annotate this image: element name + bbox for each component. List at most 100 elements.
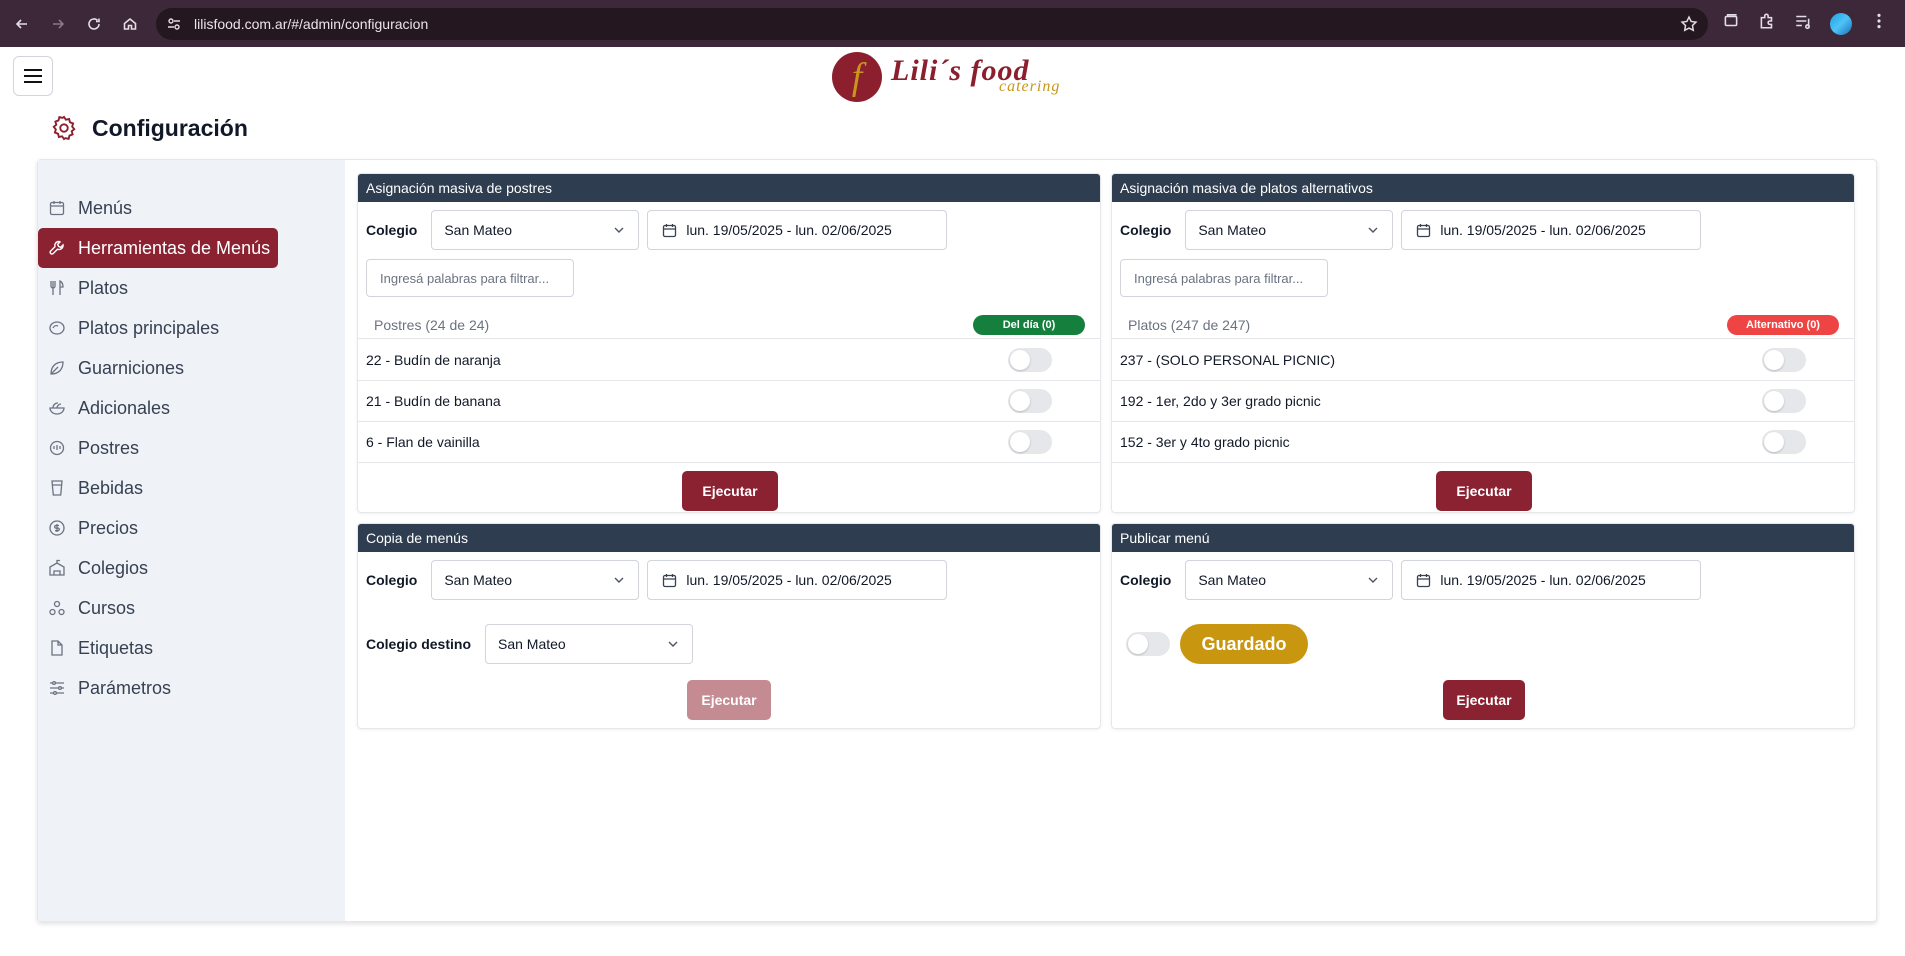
ejecutar-button[interactable]: Ejecutar (1443, 680, 1525, 720)
list-item-label: 192 - 1er, 2do y 3er grado picnic (1120, 393, 1321, 409)
date-range-picker[interactable]: lun. 19/05/2025 - lun. 02/06/2025 (1401, 210, 1702, 250)
calendar-icon (49, 201, 65, 216)
sidebar-item-parametros[interactable]: Parámetros (38, 668, 345, 708)
date-range-value: lun. 19/05/2025 - lun. 02/06/2025 (686, 222, 892, 238)
date-range-picker[interactable]: lun. 19/05/2025 - lun. 02/06/2025 (647, 210, 948, 250)
sidebar-item-label: Platos principales (78, 317, 220, 338)
sidebar-item-herramientas[interactable]: Herramientas de Menús (38, 228, 278, 268)
page-title: Configuración (92, 114, 248, 141)
back-icon[interactable] (8, 10, 36, 38)
wrench-icon (49, 240, 64, 255)
sidebar-item-label: Parámetros (78, 677, 172, 698)
school-icon (49, 559, 65, 576)
list-item-label: 237 - (SOLO PERSONAL PICNIC) (1120, 352, 1335, 368)
sidebar-item-label: Etiquetas (78, 637, 154, 658)
list-item: 237 - (SOLO PERSONAL PICNIC) (1112, 340, 1854, 381)
bookmark-star-icon[interactable] (1680, 14, 1698, 33)
colegio-select-value: San Mateo (1198, 572, 1267, 588)
site-info-icon[interactable] (166, 15, 184, 33)
hamburger-menu-button[interactable] (13, 56, 53, 96)
card-publicar-menu: Publicar menú Colegio San Mateo lun. 19/… (1111, 523, 1855, 729)
sidebar-item-cursos[interactable]: Cursos (38, 588, 345, 628)
sidebar-item-etiquetas[interactable]: Etiquetas (38, 628, 345, 668)
colegio-destino-label: Colegio destino (366, 636, 471, 652)
del-dia-badge[interactable]: Del día (0) (973, 314, 1085, 335)
forward-icon[interactable] (44, 10, 72, 38)
sidebar-item-colegios[interactable]: Colegios (38, 548, 345, 588)
utensils-icon (50, 279, 64, 295)
date-range-picker[interactable]: lun. 19/05/2025 - lun. 02/06/2025 (1401, 560, 1702, 600)
date-range-picker[interactable]: lun. 19/05/2025 - lun. 02/06/2025 (647, 560, 948, 600)
sidebar-item-postres[interactable]: Postres (38, 428, 345, 468)
list-item: 192 - 1er, 2do y 3er grado picnic (1112, 381, 1854, 422)
chevron-down-icon (614, 227, 624, 233)
card-title: Copia de menús (358, 524, 1100, 552)
sidebar-item-guarniciones[interactable]: Guarniciones (38, 348, 345, 388)
item-toggle[interactable] (1762, 430, 1806, 454)
sidebar-item-label: Herramientas de Menús (78, 237, 271, 258)
card-title: Publicar menú (1112, 524, 1854, 552)
sidebar-item-adicionales[interactable]: Adicionales (38, 388, 345, 428)
calendar-icon (663, 223, 677, 237)
colegio-destino-select[interactable]: San Mateo (485, 624, 693, 664)
item-toggle[interactable] (1762, 348, 1806, 372)
guardado-status-badge: Guardado (1180, 624, 1308, 664)
salad-icon (49, 402, 65, 415)
alternativo-badge[interactable]: Alternativo (0) (1727, 314, 1839, 335)
date-range-value: lun. 19/05/2025 - lun. 02/06/2025 (686, 572, 892, 588)
cast-icon[interactable] (1722, 12, 1740, 35)
media-controls-icon[interactable] (1794, 12, 1812, 35)
list-count: Platos (247 de 247) (1128, 316, 1251, 333)
colegio-select[interactable]: San Mateo (431, 560, 640, 600)
dessert-icon (49, 440, 65, 456)
brand-logo[interactable]: f Lili´s food catering (829, 49, 1089, 105)
colegio-select[interactable]: San Mateo (1185, 560, 1394, 600)
filter-input[interactable]: Ingresá palabras para filtrar... (366, 259, 574, 297)
list-count: Postres (24 de 24) (374, 316, 490, 333)
colegio-label: Colegio (366, 222, 418, 238)
home-icon[interactable] (116, 10, 144, 38)
ejecutar-button[interactable]: Ejecutar (687, 680, 771, 720)
publicar-toggle[interactable] (1126, 632, 1170, 656)
browser-toolbar: lilisfood.com.ar/#/admin/configuracion (0, 0, 1905, 47)
sidebar-item-menus[interactable]: Menús (38, 188, 345, 228)
colegio-label: Colegio (1120, 222, 1172, 238)
page-title-row: Configuración (50, 114, 248, 142)
file-icon (51, 640, 63, 656)
list-item-label: 152 - 3er y 4to grado picnic (1120, 434, 1290, 450)
hamburger-icon (24, 75, 42, 77)
reload-icon[interactable] (80, 10, 108, 38)
url-text[interactable]: lilisfood.com.ar/#/admin/configuracion (194, 16, 1680, 32)
item-toggle[interactable] (1008, 348, 1052, 372)
list-item: 152 - 3er y 4to grado picnic (1112, 422, 1854, 463)
ejecutar-button[interactable]: Ejecutar (682, 471, 778, 511)
chevron-down-icon (1368, 227, 1378, 233)
leaf-icon (50, 361, 64, 375)
menu-dots-icon[interactable] (1870, 12, 1888, 35)
profile-avatar[interactable] (1830, 12, 1852, 35)
sidebar-item-precios[interactable]: Precios (38, 508, 345, 548)
extensions-icon[interactable] (1758, 12, 1776, 35)
list-item-label: 6 - Flan de vainilla (366, 434, 480, 450)
ejecutar-button[interactable]: Ejecutar (1436, 471, 1532, 511)
item-toggle[interactable] (1762, 389, 1806, 413)
filter-input[interactable]: Ingresá palabras para filtrar... (1120, 259, 1328, 297)
colegio-select[interactable]: San Mateo (1185, 210, 1394, 250)
sidebar-item-label: Adicionales (78, 397, 171, 418)
sidebar-item-platos-principales[interactable]: Platos principales (38, 308, 345, 348)
card-asignacion-alternativos: Asignación masiva de platos alternativos… (1111, 173, 1855, 513)
colegio-select[interactable]: San Mateo (431, 210, 640, 250)
calendar-icon (663, 573, 677, 587)
sidebar-item-label: Bebidas (78, 477, 144, 498)
item-toggle[interactable] (1008, 430, 1052, 454)
sidebar-item-platos[interactable]: Platos (38, 268, 345, 308)
sidebar-item-label: Menús (78, 197, 133, 218)
brand-subtitle: catering (999, 78, 1061, 95)
sidebar-item-bebidas[interactable]: Bebidas (38, 468, 345, 508)
sidebar-item-label: Postres (78, 437, 140, 458)
address-bar[interactable]: lilisfood.com.ar/#/admin/configuracion (156, 7, 1708, 40)
item-toggle[interactable] (1008, 389, 1052, 413)
settings-gear-icon (52, 115, 76, 141)
sidebar: Menús Herramientas de Menús Platos Plato… (38, 160, 345, 921)
date-range-value: lun. 19/05/2025 - lun. 02/06/2025 (1440, 572, 1646, 588)
